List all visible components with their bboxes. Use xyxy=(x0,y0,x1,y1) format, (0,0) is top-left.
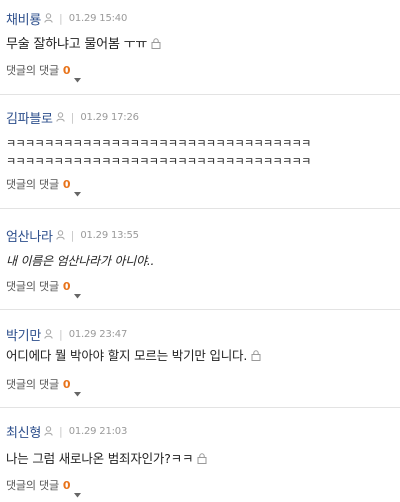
meta-divider: | xyxy=(58,424,63,438)
lock-icon xyxy=(251,348,261,361)
comment-text: ㅋㅋㅋㅋㅋㅋㅋㅋㅋㅋㅋㅋㅋㅋㅋㅋㅋㅋㅋㅋㅋㅋㅋㅋㅋㅋㅋㅋㅋㅋㅋㅋ xyxy=(6,135,396,153)
comment-item: 최신형 | 01.29 21:03 나는 그럼 새로나온 범죄자인가?ㅋㅋ 댓글… xyxy=(0,408,400,500)
comment-text-line-2: ㅋㅋㅋㅋㅋㅋㅋㅋㅋㅋㅋㅋㅋㅋㅋㅋㅋㅋㅋㅋㅋㅋㅋㅋㅋㅋㅋㅋㅋㅋㅋㅋ xyxy=(6,153,396,171)
comment-text-content: 나는 그럼 새로나온 범죄자인가?ㅋㅋ xyxy=(6,451,194,466)
comment-author[interactable]: 박기만 xyxy=(6,325,41,344)
reply-toggle[interactable]: 댓글의 댓글 0 xyxy=(6,477,81,497)
reply-count[interactable]: 0 xyxy=(63,280,71,293)
lock-icon xyxy=(151,37,161,49)
comment-text: 나는 그럼 새로나온 범죄자인가?ㅋㅋ xyxy=(6,450,396,468)
comment-date: 01.29 21:03 xyxy=(68,425,128,437)
user-icon xyxy=(55,112,65,122)
meta-divider: | xyxy=(58,327,63,341)
comment-text: 어디에다 뭘 박아야 할지 모르는 박기만 입니다. xyxy=(6,347,396,365)
user-icon xyxy=(44,13,53,23)
comment-meta: 박기만 | 01.29 23:47 xyxy=(6,325,128,344)
comment-author[interactable]: 채비룡 xyxy=(6,9,41,28)
reply-toggle[interactable]: 댓글의 댓글 0 xyxy=(6,176,81,196)
comment-text: 무술 잘하냐고 물어봄 ㅜㅠ xyxy=(6,36,396,54)
comment-text-content: 무술 잘하냐고 물어봄 ㅜㅠ xyxy=(6,37,148,52)
comment-item: 엄산나라 | 01.29 13:55 내 이름은 엄산나라가 아니야.. 댓글의… xyxy=(0,209,400,310)
user-icon xyxy=(55,230,65,240)
comment-meta: 최신형 | 01.29 21:03 xyxy=(6,422,128,441)
comment-author[interactable]: 엄산나라 xyxy=(6,226,53,245)
lock-icon xyxy=(197,451,207,464)
comment-date: 01.29 23:47 xyxy=(68,328,128,340)
comment-text-content: 내 이름은 엄산나라가 아니야.. xyxy=(6,254,155,268)
reply-label[interactable]: 댓글의 댓글 xyxy=(6,376,59,392)
reply-toggle[interactable]: 댓글의 댓글 0 xyxy=(6,278,81,298)
caret-down-icon[interactable] xyxy=(73,382,81,396)
reply-label[interactable]: 댓글의 댓글 xyxy=(6,62,59,78)
meta-divider: | xyxy=(70,110,75,124)
caret-down-icon[interactable] xyxy=(73,284,81,298)
comment-meta: 김파블로 | 01.29 17:26 xyxy=(6,108,139,127)
reply-label[interactable]: 댓글의 댓글 xyxy=(6,176,59,192)
meta-divider: | xyxy=(70,228,75,242)
user-icon xyxy=(44,426,53,436)
meta-divider: | xyxy=(58,11,63,25)
comment-date: 01.29 15:40 xyxy=(68,12,128,24)
reply-toggle[interactable]: 댓글의 댓글 0 xyxy=(6,62,81,82)
comment-text-content-2: ㅋㅋㅋㅋㅋㅋㅋㅋㅋㅋㅋㅋㅋㅋㅋㅋㅋㅋㅋㅋㅋㅋㅋㅋㅋㅋㅋㅋㅋㅋㅋㅋ xyxy=(6,155,311,168)
reply-label[interactable]: 댓글의 댓글 xyxy=(6,278,59,294)
comment-item: 박기만 | 01.29 23:47 어디에다 뭘 박아야 할지 모르는 박기만 … xyxy=(0,310,400,408)
reply-count[interactable]: 0 xyxy=(63,479,71,492)
comment-text-content: ㅋㅋㅋㅋㅋㅋㅋㅋㅋㅋㅋㅋㅋㅋㅋㅋㅋㅋㅋㅋㅋㅋㅋㅋㅋㅋㅋㅋㅋㅋㅋㅋ xyxy=(6,137,311,150)
comment-date: 01.29 13:55 xyxy=(80,229,139,241)
comment-text-content: 어디에다 뭘 박아야 할지 모르는 박기만 입니다. xyxy=(6,348,248,363)
comment-meta: 엄산나라 | 01.29 13:55 xyxy=(6,226,139,245)
reply-count[interactable]: 0 xyxy=(63,378,71,391)
comment-item: 김파블로 | 01.29 17:26 ㅋㅋㅋㅋㅋㅋㅋㅋㅋㅋㅋㅋㅋㅋㅋㅋㅋㅋㅋㅋㅋ… xyxy=(0,95,400,209)
caret-down-icon[interactable] xyxy=(73,68,81,82)
comment-item: 채비룡 | 01.29 15:40 무술 잘하냐고 물어봄 ㅜㅠ 댓글의 댓글 … xyxy=(0,0,400,95)
caret-down-icon[interactable] xyxy=(73,182,81,196)
comment-author[interactable]: 김파블로 xyxy=(6,108,53,127)
reply-count[interactable]: 0 xyxy=(63,64,71,77)
comment-date: 01.29 17:26 xyxy=(80,111,139,123)
user-icon xyxy=(44,329,53,339)
reply-label[interactable]: 댓글의 댓글 xyxy=(6,477,59,493)
reply-count[interactable]: 0 xyxy=(63,178,71,191)
caret-down-icon[interactable] xyxy=(73,483,81,497)
comment-text: 내 이름은 엄산나라가 아니야.. xyxy=(6,252,396,270)
comment-meta: 채비룡 | 01.29 15:40 xyxy=(6,9,128,28)
comment-author[interactable]: 최신형 xyxy=(6,422,41,441)
reply-toggle[interactable]: 댓글의 댓글 0 xyxy=(6,376,81,396)
